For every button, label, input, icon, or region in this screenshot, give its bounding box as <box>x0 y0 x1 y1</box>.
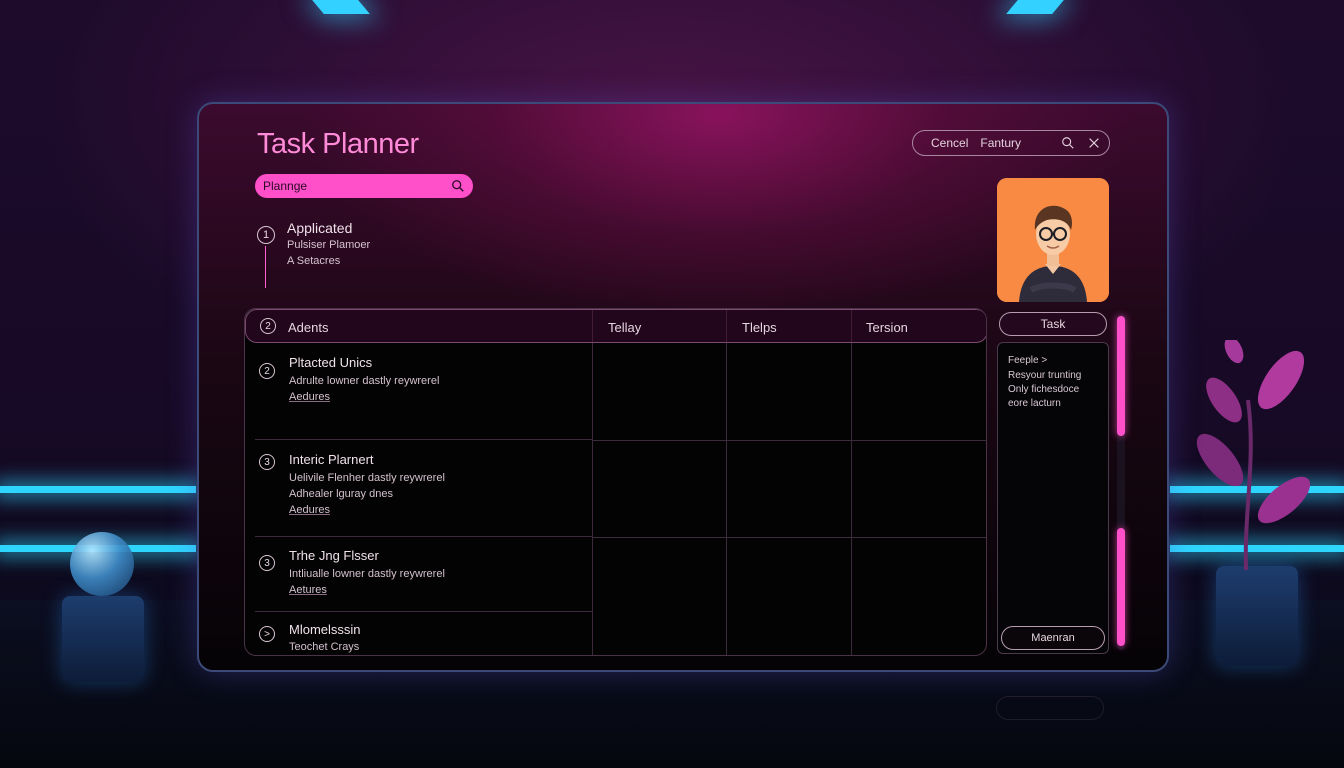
search-input[interactable] <box>263 179 451 193</box>
ceiling-light-left <box>312 0 370 14</box>
column-icon: 2 <box>260 318 276 334</box>
search-icon[interactable] <box>1061 136 1075 150</box>
search-icon[interactable] <box>451 179 465 193</box>
row-link[interactable]: Aedures <box>289 504 330 516</box>
applied-section: 1 Applicated Pulsiser Plamoer A Setacres <box>253 220 553 290</box>
column-header[interactable]: Adents <box>288 310 328 344</box>
panel-link[interactable]: Feeple > <box>1008 355 1047 366</box>
side-panel: Feeple > Resyour trunting Only fichesdoc… <box>997 342 1109 654</box>
close-icon[interactable] <box>1087 136 1101 150</box>
row-title: Mlomelsssin <box>289 622 361 637</box>
floor-reflection <box>996 696 1104 720</box>
scrollbar-thumb[interactable] <box>1117 316 1125 436</box>
row-description: Adrulte lowner dastly reywrerel <box>289 375 440 387</box>
panel-text: Only fichesdoce <box>1008 384 1080 395</box>
pedestal-right <box>1216 566 1298 666</box>
manage-button[interactable]: Maenran <box>1001 626 1105 650</box>
step-indicator: 1 <box>257 226 275 244</box>
search-bar[interactable] <box>255 174 473 198</box>
table-row[interactable]: 3 Trhe Jng Flsser Intliualle lowner dast… <box>255 537 592 612</box>
timeline-line <box>265 246 266 288</box>
top-action-bar: Cencel Fantury <box>912 130 1110 156</box>
row-link[interactable]: Aedures <box>289 391 330 403</box>
scrollbar[interactable] <box>1117 314 1125 650</box>
applied-subtitle: Pulsiser Plamoer <box>287 239 371 251</box>
row-description: Uelivile Flenher dastly reywrerel <box>289 472 445 484</box>
row-title: Trhe Jng Flsser <box>289 548 379 563</box>
task-table: 2 Adents Tellay Tlelps Tersion 2 Pltacte… <box>244 308 987 656</box>
row-title: Pltacted Unics <box>289 355 373 370</box>
row-title: Interic Plarnert <box>289 452 374 467</box>
fantury-button[interactable]: Fantury <box>980 136 1021 150</box>
panel-text: Resyour trunting <box>1008 370 1082 381</box>
row-icon: 3 <box>259 454 275 470</box>
row-description: Intliualle lowner dastly reywrerel <box>289 568 445 580</box>
row-description: Teochet Crays <box>289 641 360 653</box>
app-title: Task Planner <box>257 128 419 160</box>
column-header[interactable]: Tlelps <box>742 310 777 344</box>
glass-orb <box>70 532 134 596</box>
row-icon: 2 <box>259 363 275 379</box>
column-header[interactable]: Tersion <box>866 310 908 344</box>
panel-text: eore lacturn <box>1008 398 1061 409</box>
app-window: Task Planner Cencel Fantury 1 Applicated… <box>197 102 1169 672</box>
task-button[interactable]: Task <box>999 312 1107 336</box>
cancel-button[interactable]: Cencel <box>931 136 968 150</box>
table-header: 2 Adents Tellay Tlelps Tersion <box>245 309 986 344</box>
plant-decoration <box>1196 340 1311 570</box>
row-icon: 3 <box>259 555 275 571</box>
avatar[interactable] <box>997 178 1109 302</box>
row-link[interactable]: Aetures <box>289 584 327 596</box>
table-row[interactable]: > Mlomelsssin Teochet Crays <box>255 612 592 655</box>
table-row[interactable]: 3 Interic Plarnert Uelivile Flenher dast… <box>255 440 592 537</box>
column-header[interactable]: Tellay <box>608 310 641 344</box>
row-icon: > <box>259 626 275 642</box>
neon-light-strip <box>0 486 196 493</box>
applied-detail: A Setacres <box>287 255 341 267</box>
table-row[interactable]: 2 Pltacted Unics Adrulte lowner dastly r… <box>255 343 592 440</box>
scrollbar-thumb[interactable] <box>1117 528 1125 646</box>
ceiling-light-right <box>1006 0 1064 14</box>
pedestal-left <box>62 596 144 682</box>
applied-heading: Applicated <box>287 220 353 236</box>
row-description: Adhealer lguray dnes <box>289 488 393 500</box>
